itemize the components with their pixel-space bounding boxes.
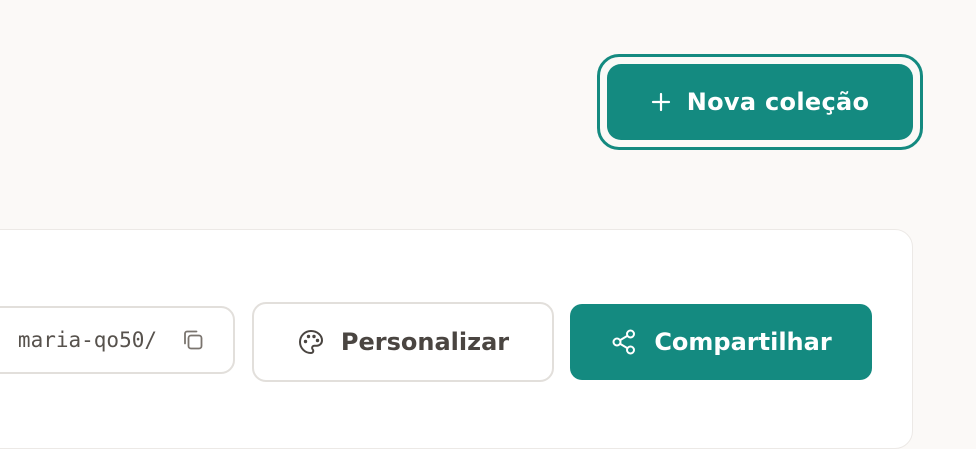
personalize-button[interactable]: Personalizar bbox=[252, 302, 554, 382]
copy-icon[interactable] bbox=[181, 328, 205, 352]
new-collection-button[interactable]: Nova coleção bbox=[607, 64, 913, 140]
collection-link-field[interactable]: maria-qo50/ bbox=[0, 306, 235, 374]
palette-icon bbox=[297, 328, 325, 356]
share-label: Compartilhar bbox=[654, 328, 832, 356]
personalize-label: Personalizar bbox=[340, 328, 510, 356]
plus-icon bbox=[651, 92, 671, 112]
share-button[interactable]: Compartilhar bbox=[570, 304, 872, 380]
new-collection-label: Nova coleção bbox=[686, 88, 870, 116]
share-icon bbox=[610, 328, 638, 356]
collection-link-text: maria-qo50/ bbox=[17, 328, 157, 352]
